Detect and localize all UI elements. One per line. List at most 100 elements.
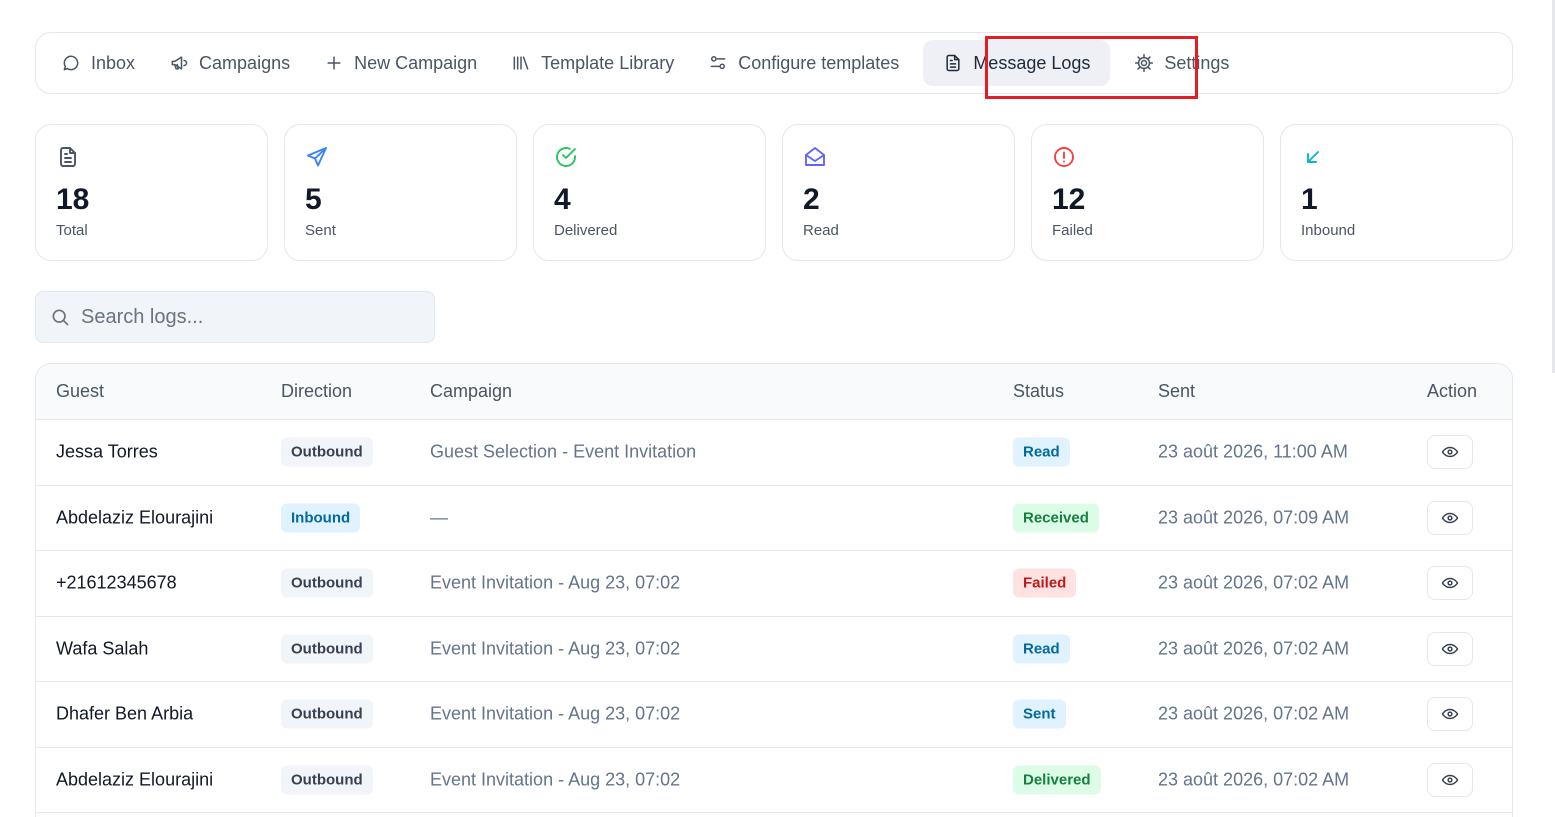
table-row[interactable]: Dhafer Ben Arbia Outbound Event Invitati… [36,682,1512,748]
status-badge: Read [1013,634,1070,664]
sent-timestamp: 23 août 2026, 07:09 AM [1158,507,1350,528]
campaign-name: Event Invitation - Aug 23, 07:02 [430,638,681,659]
stat-card-delivered: 4 Delivered [533,124,766,261]
guest-name: Dhafer Ben Arbia [56,703,194,724]
view-button[interactable] [1427,435,1473,470]
view-button[interactable] [1427,697,1473,732]
stat-value: 12 [1052,183,1086,216]
table-row[interactable]: Abdelaziz Elourajini Inbound — Received … [36,486,1512,551]
stat-label: Delivered [554,222,618,239]
header-direction[interactable]: Direction [281,381,352,402]
library-icon [513,56,529,70]
nav-item-template-library[interactable]: Template Library [501,40,684,86]
header-campaign[interactable]: Campaign [430,381,512,402]
table-header: Guest Direction Campaign Status Sent Act… [36,364,1512,420]
view-button[interactable] [1427,631,1473,666]
header-sent[interactable]: Sent [1158,381,1195,402]
sent-timestamp: 23 août 2026, 07:02 AM [1158,572,1350,593]
campaign-name: Event Invitation - Aug 23, 07:02 [430,703,681,724]
direction-badge: Outbound [281,437,373,467]
alert-circle-icon [1054,147,1074,167]
view-button[interactable] [1427,566,1473,601]
table-row[interactable]: Wafa Salah Outbound Event Invitation - A… [36,617,1512,682]
stat-card-failed: 12 Failed [1031,124,1264,261]
nav-item-campaigns[interactable]: Campaigns [159,40,300,86]
nav-item-label: New Campaign [354,52,478,73]
direction-badge: Outbound [281,568,373,598]
chat-bubble-icon [63,55,79,71]
sent-timestamp: 23 août 2026, 07:02 AM [1158,769,1350,790]
sent-timestamp: 23 août 2026, 07:02 AM [1158,703,1350,724]
stat-card-sent: 5 Sent [284,124,517,261]
nav-item-message-logs[interactable]: Message Logs [923,40,1111,86]
nav-item-settings[interactable]: Settings [1124,40,1239,86]
stats-row: 18 Total 5 Sent 4 Delivered 2 Read 12 Fa… [35,124,1513,261]
arrow-down-left-icon [1307,151,1319,163]
stat-value: 18 [56,183,90,216]
status-badge: Failed [1013,568,1077,598]
eye-icon [1441,774,1459,785]
eye-icon [1441,643,1459,654]
status-badge: Delivered [1013,765,1101,795]
stat-label: Sent [305,222,336,239]
nav-item-new-campaign[interactable]: New Campaign [314,40,487,86]
table-row[interactable]: Jessa Torres Outbound Guest Selection - … [36,420,1512,486]
direction-badge: Outbound [281,765,373,795]
stat-label: Read [803,222,839,239]
megaphone-icon [171,56,188,70]
stat-value: 1 [1301,183,1318,216]
search-box [35,291,435,343]
header-status[interactable]: Status [1013,381,1064,402]
stat-value: 2 [803,183,820,216]
stat-value: 4 [554,183,571,216]
header-action: Action [1427,381,1478,401]
stat-card-read: 2 Read [782,124,1015,261]
guest-name: +21612345678 [56,572,177,593]
direction-badge: Outbound [281,699,373,729]
header-guest[interactable]: Guest [56,381,104,402]
guest-name: Jessa Torres [56,441,158,462]
send-icon [307,147,327,167]
stat-label: Failed [1052,222,1093,239]
sent-timestamp: 23 août 2026, 11:00 AM [1158,441,1348,462]
eye-icon [1441,512,1459,523]
document-icon [946,54,960,72]
nav-item-label: Message Logs [973,52,1091,73]
eye-icon [1441,709,1459,720]
status-badge: Read [1013,437,1070,467]
nav-item-label: Inbox [91,52,136,73]
table-row[interactable]: +21612345678 Outbound Event Invitation -… [36,551,1512,617]
nav-item-inbox[interactable]: Inbox [51,40,145,86]
search-input[interactable] [81,305,401,329]
nav-item-label: Template Library [541,52,675,73]
nav-item-configure-templates[interactable]: Configure templates [698,40,909,86]
sent-timestamp: 23 août 2026, 07:02 AM [1158,638,1350,659]
campaign-name: Guest Selection - Event Invitation [430,441,697,462]
table-row[interactable]: Abdelaziz Elourajini Outbound Event Invi… [36,748,1512,813]
logs-table: Guest Direction Campaign Status Sent Act… [35,363,1513,817]
view-button[interactable] [1427,500,1473,535]
stat-label: Inbound [1301,222,1356,239]
nav-item-label: Configure templates [738,52,900,73]
guest-name: Wafa Salah [56,638,149,659]
campaign-name: Event Invitation - Aug 23, 07:02 [430,769,681,790]
mail-open-icon [805,147,825,166]
guest-name: Abdelaziz Elourajini [56,507,214,528]
gear-icon [1135,53,1154,73]
stat-value: 5 [305,183,322,216]
status-badge: Sent [1013,699,1066,729]
view-button[interactable] [1427,762,1473,797]
search-icon [52,309,69,326]
stat-card-inbound: 1 Inbound [1280,124,1513,261]
direction-badge: Inbound [281,503,361,533]
eye-icon [1441,447,1459,458]
campaign-name: — [430,507,448,528]
eye-icon [1441,578,1459,589]
nav-item-label: Settings [1164,52,1230,73]
direction-badge: Outbound [281,634,373,664]
check-circle-icon [556,147,576,167]
stat-label: Total [56,222,88,239]
guest-name: Abdelaziz Elourajini [56,769,214,790]
status-badge: Received [1013,503,1099,533]
plus-icon [327,56,341,70]
